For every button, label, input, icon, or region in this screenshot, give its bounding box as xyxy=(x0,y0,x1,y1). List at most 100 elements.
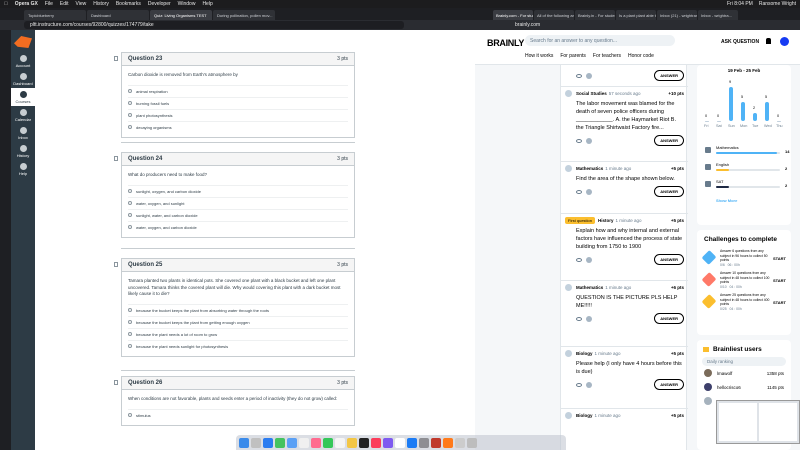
radio-button[interactable] xyxy=(128,213,132,217)
answer-option[interactable]: sunlight, water, and carbon dioxide xyxy=(128,208,348,221)
search-input[interactable]: Search for an answer to any question... xyxy=(525,35,675,46)
trash-icon[interactable] xyxy=(467,437,477,448)
menu-view[interactable]: View xyxy=(76,1,87,7)
answer-option[interactable]: decaying organisms xyxy=(128,120,348,133)
facetime-icon[interactable] xyxy=(323,437,333,448)
apple-icon[interactable]:  xyxy=(4,1,8,7)
answer-option[interactable]: because the plant needs sunlight for pho… xyxy=(128,339,348,352)
eye-icon[interactable] xyxy=(576,257,582,262)
tv-icon[interactable] xyxy=(359,437,369,448)
ranked-user[interactable]: hellocrisco6 1145 pts xyxy=(697,380,791,394)
settings-icon[interactable] xyxy=(419,437,429,448)
flag-icon[interactable] xyxy=(114,262,118,267)
tab-quiz[interactable]: Quiz: Living Organisms TEST xyxy=(150,10,212,20)
radio-button[interactable] xyxy=(128,89,132,93)
nav-inbox[interactable]: Inbox xyxy=(11,124,35,142)
question-text[interactable]: Please help (I only have 4 hours before … xyxy=(561,360,684,376)
notes-icon[interactable] xyxy=(347,437,357,448)
eye-icon[interactable] xyxy=(576,189,582,194)
nav-for-teachers[interactable]: For teachers xyxy=(593,53,621,59)
answer-option[interactable]: burning fossil fuels xyxy=(128,96,348,109)
menu-edit[interactable]: Edit xyxy=(60,1,69,7)
start-challenge-button[interactable]: START xyxy=(773,300,786,305)
answer-button[interactable]: ANSWER xyxy=(654,379,684,390)
menu-bookmarks[interactable]: Bookmarks xyxy=(116,1,141,7)
menu-app-name[interactable]: Opera GX xyxy=(15,1,38,7)
maps-icon[interactable] xyxy=(299,437,309,448)
answer-option[interactable]: plant photosynthesis xyxy=(128,108,348,121)
url-field[interactable]: pltt.instructure.com/courses/92800/quizz… xyxy=(24,21,404,29)
finder-icon[interactable] xyxy=(239,437,249,448)
nav-calendar[interactable]: Calendar xyxy=(11,106,35,124)
answer-option[interactable]: because the bucket keeps the plant from … xyxy=(128,315,348,328)
messages-icon[interactable] xyxy=(275,437,285,448)
photos-icon[interactable] xyxy=(311,437,321,448)
radio-button[interactable] xyxy=(128,113,132,117)
flag-icon[interactable] xyxy=(114,156,118,161)
music-icon[interactable] xyxy=(371,437,381,448)
answer-button[interactable]: ANSWER xyxy=(654,70,684,81)
nav-courses[interactable]: Courses xyxy=(11,88,35,106)
tab-pollination[interactable]: During pollination, pollen mov... xyxy=(213,10,275,20)
preview-icon[interactable] xyxy=(455,437,465,448)
radio-button[interactable] xyxy=(128,201,132,205)
radio-button[interactable] xyxy=(128,344,132,348)
screenshot-thumbnail[interactable] xyxy=(716,400,800,444)
radio-button[interactable] xyxy=(128,125,132,129)
calendar-app-icon[interactable] xyxy=(335,437,345,448)
tab-inbox-2[interactable]: Inbox - wrightra... xyxy=(698,10,738,20)
firefox-icon[interactable] xyxy=(443,437,453,448)
answer-button[interactable]: ANSWER xyxy=(654,313,684,324)
radio-button[interactable] xyxy=(128,308,132,312)
brainly-logo[interactable]: BRAINLY xyxy=(487,38,524,48)
question-text[interactable]: Explain how and why internal and externa… xyxy=(561,227,684,251)
answer-option[interactable]: because the bucket keeps the plant from … xyxy=(128,303,348,316)
eye-icon[interactable] xyxy=(576,382,582,387)
safari-icon[interactable] xyxy=(263,437,273,448)
nav-honor-code[interactable]: Honor code xyxy=(628,53,654,59)
url-field[interactable]: brainly.com xyxy=(515,22,540,28)
menu-file[interactable]: File xyxy=(45,1,53,7)
start-challenge-button[interactable]: START xyxy=(773,278,786,283)
mail-icon[interactable] xyxy=(287,437,297,448)
menu-help[interactable]: Help xyxy=(202,1,212,7)
eye-icon[interactable] xyxy=(576,73,582,78)
nav-help[interactable]: Help xyxy=(11,160,35,178)
answer-button[interactable]: ANSWER xyxy=(654,254,684,265)
answer-button[interactable]: ANSWER xyxy=(654,186,684,197)
start-challenge-button[interactable]: START xyxy=(773,256,786,261)
tab-brainly-in[interactable]: Brainly.in - For student... xyxy=(575,10,615,20)
radio-button[interactable] xyxy=(128,320,132,324)
nav-history[interactable]: History xyxy=(11,142,35,160)
question-text[interactable]: QUESTION IS THE PICTURE PLS HELP ME!!!!! xyxy=(561,294,684,310)
school-logo-icon[interactable] xyxy=(14,36,32,48)
eye-icon[interactable] xyxy=(576,138,582,143)
radio-button[interactable] xyxy=(128,413,132,417)
radio-button[interactable] xyxy=(128,101,132,105)
avatar[interactable] xyxy=(780,37,789,46)
question-text[interactable]: Find the area of the shape shown below. xyxy=(561,175,684,183)
news-icon[interactable] xyxy=(395,437,405,448)
ranked-user[interactable]: lmawolf 1358 pts xyxy=(697,366,791,380)
menu-user[interactable]: Ransome Wright xyxy=(759,1,796,7)
answer-button[interactable]: ANSWER xyxy=(654,135,684,146)
app-store-icon[interactable] xyxy=(407,437,417,448)
answer-option[interactable]: stimulus xyxy=(128,408,348,421)
answer-option[interactable]: animal respiration xyxy=(128,84,348,97)
eye-icon[interactable] xyxy=(576,316,582,321)
nav-dashboard[interactable]: Dashboard xyxy=(11,70,35,88)
flag-icon[interactable] xyxy=(114,56,118,61)
opera-icon[interactable] xyxy=(431,437,441,448)
ranking-select[interactable]: Daily ranking xyxy=(702,357,786,366)
nav-for-parents[interactable]: For parents xyxy=(560,53,586,59)
nav-account[interactable]: Account xyxy=(11,52,35,70)
radio-button[interactable] xyxy=(128,225,132,229)
radio-button[interactable] xyxy=(128,189,132,193)
nav-how-it-works[interactable]: How it works xyxy=(525,53,553,59)
flag-icon[interactable] xyxy=(114,380,118,385)
question-text[interactable]: The labor movement was blamed for the de… xyxy=(561,100,684,132)
answer-option[interactable]: sunlight, oxygen, and carbon dioxide xyxy=(128,184,348,197)
launchpad-icon[interactable] xyxy=(251,437,261,448)
menu-developer[interactable]: Developer xyxy=(148,1,171,7)
tab-all-following[interactable]: All of the following are... xyxy=(534,10,574,20)
